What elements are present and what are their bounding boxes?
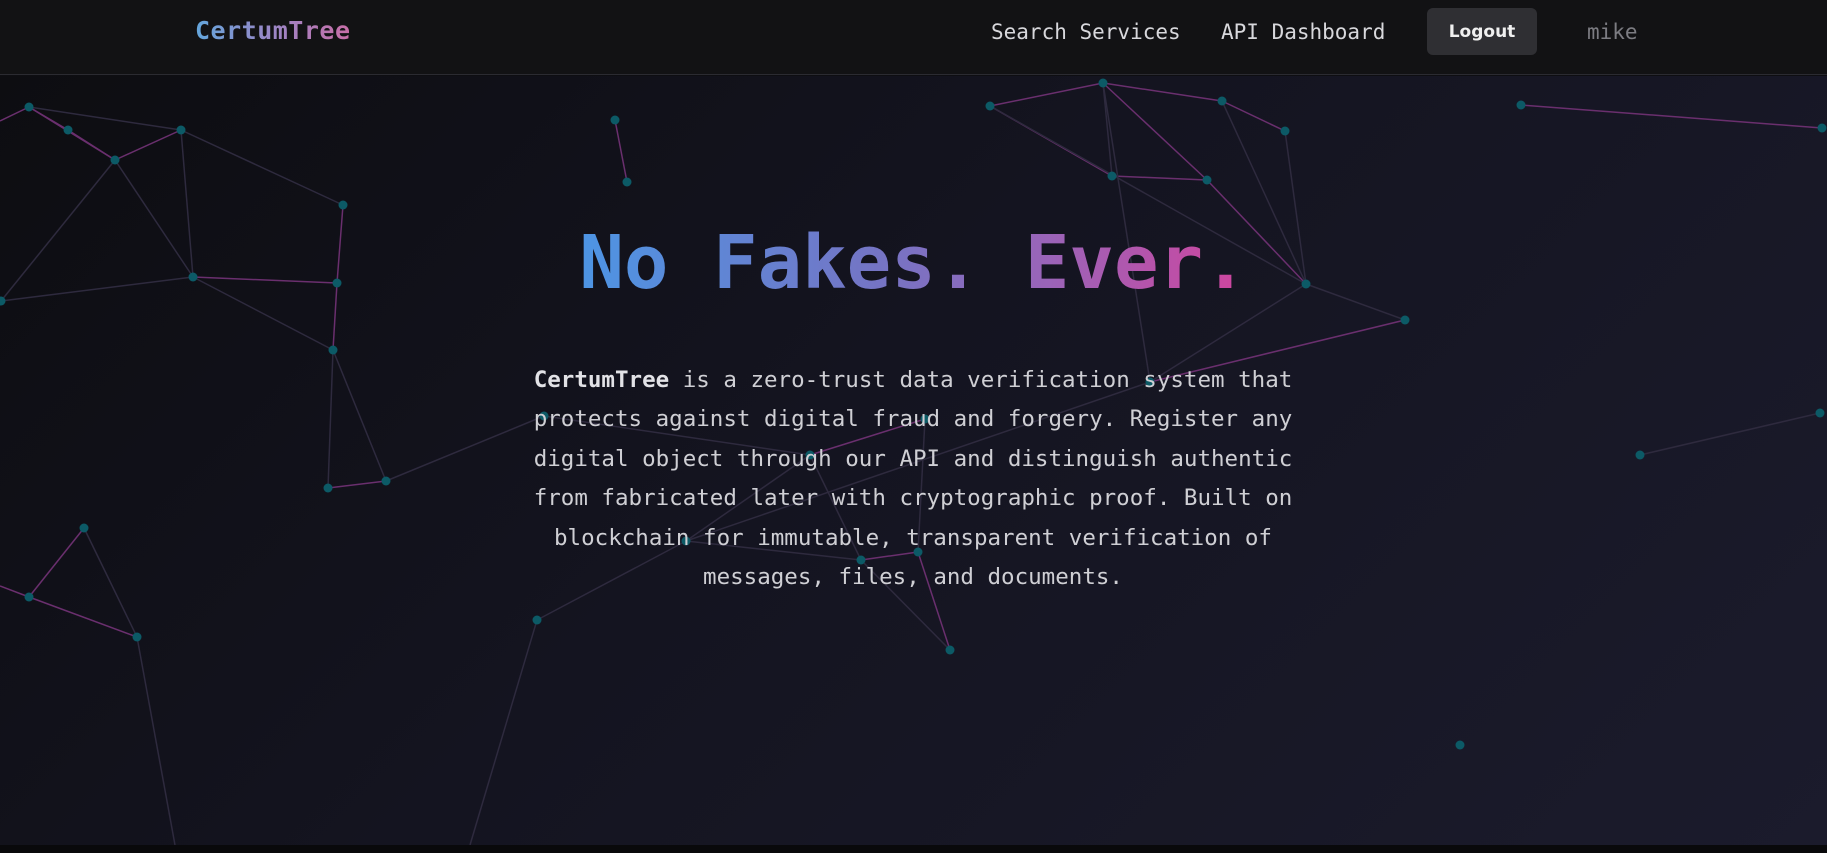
logout-button[interactable]: Logout [1427,8,1537,55]
hero-section: No Fakes. Ever. CertumTree is a zero-tru… [0,76,1827,845]
description-text: is a zero-trust data verification system… [533,367,1293,591]
bottom-strip [0,845,1827,853]
nav-link-api-dashboard[interactable]: API Dashboard [1221,20,1385,44]
description-brand: CertumTree [533,367,670,393]
nav-link-search-services[interactable]: Search Services [991,20,1181,44]
hero-description: CertumTree is a zero-trust data verifica… [533,361,1293,597]
top-navbar: CertumTree Search Services API Dashboard… [0,0,1827,75]
hero-headline: No Fakes. Ever. [579,220,1248,306]
page: CertumTree Search Services API Dashboard… [0,0,1827,853]
brand-logo[interactable]: CertumTree [195,16,351,45]
username-label: mike [1587,20,1638,44]
